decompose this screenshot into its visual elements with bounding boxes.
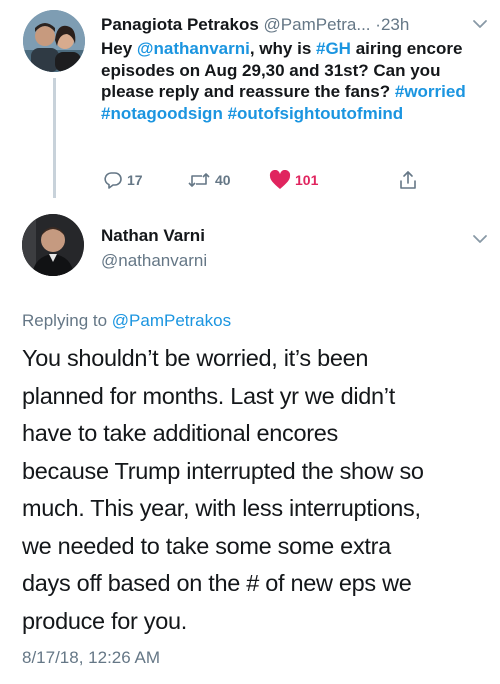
tweet-actions: 17 40 101 (101, 166, 431, 194)
tweet-text-line: because Trump interrupted the show so (22, 457, 424, 484)
tweet-time[interactable]: 23h (381, 15, 409, 34)
author-handle[interactable]: @PamPetra... (264, 15, 371, 34)
avatar-man-photo-icon (22, 214, 84, 276)
chevron-down-icon[interactable] (472, 234, 488, 244)
tweet-text-line: much. This year, with less interruptions… (22, 495, 421, 521)
like-button[interactable]: 101 (269, 166, 318, 194)
chevron-down-icon[interactable] (472, 19, 488, 29)
tweet-text: Hey @nathanvarni, why is #GH airing enco… (101, 38, 496, 124)
avatar[interactable] (23, 10, 85, 72)
tweet-text-line: we needed to take some some extra (22, 532, 391, 559)
author-handle[interactable]: @nathanvarni (101, 251, 207, 271)
retweet-button[interactable]: 40 (187, 166, 231, 194)
retweet-count: 40 (215, 172, 231, 188)
author-name[interactable]: Nathan Varni (101, 226, 205, 246)
reply-button[interactable]: 17 (103, 166, 143, 194)
heart-icon (269, 170, 291, 189)
hashtag-link[interactable]: #worried (395, 82, 466, 101)
tweet-text-line: produce for you. (22, 607, 188, 634)
share-button[interactable] (398, 166, 422, 194)
hashtag-link[interactable]: #notagoodsign (101, 104, 223, 123)
mention-link[interactable]: @nathanvarni (137, 39, 250, 58)
retweet-icon (188, 173, 210, 187)
avatar[interactable] (22, 214, 84, 276)
reply-tweet-text: You shouldn’t be worried, it’s been plan… (22, 340, 492, 640)
tweet-text-line: have to take additional encores (22, 420, 339, 446)
tweet-thread: Panagiota Petrakos @PamPetra... ·23h Hey… (0, 0, 500, 684)
replying-to-label: Replying to (22, 311, 112, 330)
hashtag-link[interactable]: #GH (316, 39, 351, 58)
tweet-text-line: planned for months. Last yr we didn’t (22, 382, 395, 409)
like-count: 101 (295, 172, 319, 188)
reply-icon (104, 172, 122, 189)
tweet-text-line: days off based on the # of new eps we (22, 570, 412, 596)
replying-to-mention[interactable]: @PamPetrakos (112, 311, 231, 330)
replying-to-line: Replying to @PamPetrakos (22, 311, 231, 331)
tweet-text-segment: Hey (101, 39, 137, 58)
tweet-text-segment: , why is (249, 39, 316, 58)
reply-count: 17 (127, 172, 143, 188)
tweet-timestamp[interactable]: 8/17/18, 12:26 AM (22, 648, 160, 668)
thread-connector-line (53, 78, 56, 198)
author-name[interactable]: Panagiota Petrakos (101, 15, 259, 34)
avatar-couple-photo-icon (23, 10, 85, 72)
hashtag-link[interactable]: #outofsightoutofmind (228, 104, 404, 123)
share-icon (400, 171, 416, 189)
tweet-header: Panagiota Petrakos @PamPetra... ·23h (101, 14, 486, 36)
tweet-text-line: You shouldn’t be worried, it’s been (22, 345, 369, 371)
